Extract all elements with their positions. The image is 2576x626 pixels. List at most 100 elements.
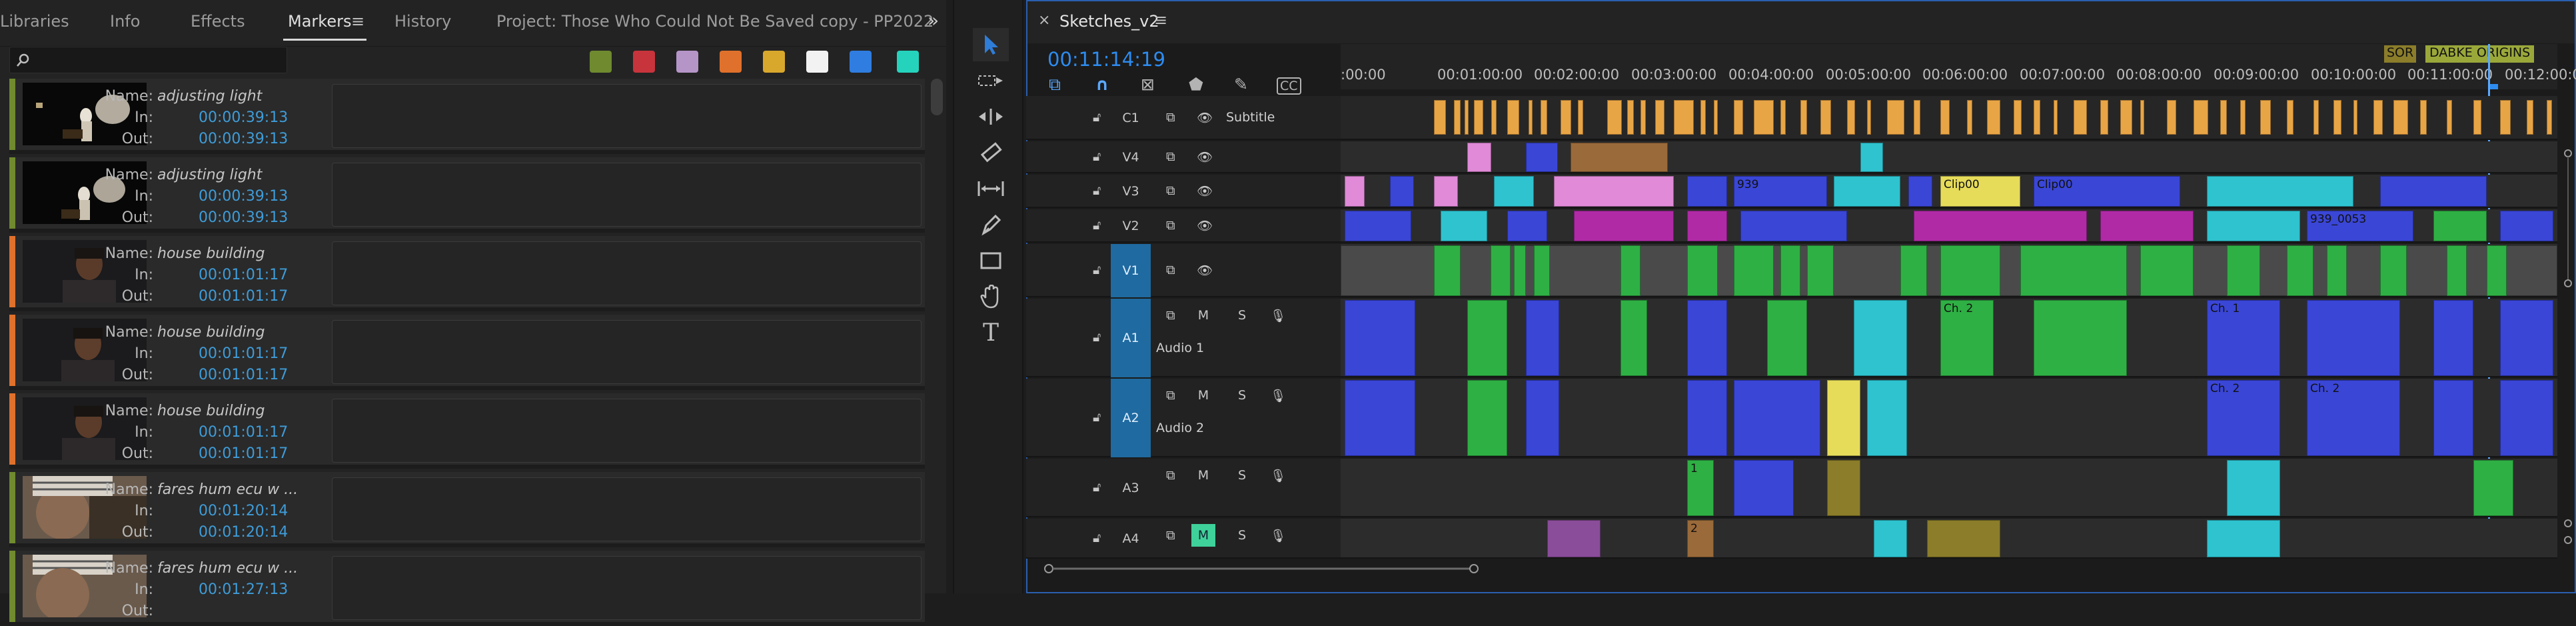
lock-icon[interactable]: 🔓︎ (1093, 110, 1101, 125)
audio-clip[interactable] (2500, 300, 2553, 376)
subtitle-clip[interactable] (2333, 100, 2341, 135)
audio-clip[interactable] (1874, 520, 1907, 557)
audio-clip[interactable] (1345, 300, 1415, 376)
marker-in-timecode[interactable]: 00:01:01:17 (199, 345, 288, 362)
marker-row[interactable]: Name: In: Out: house building 00:01:01:17 00:… (9, 315, 925, 390)
video-clip[interactable] (1687, 211, 1727, 241)
panel-overflow-chevron-icon[interactable]: » (928, 9, 939, 31)
microphone-icon[interactable]: 🎙︎ (1270, 308, 1286, 323)
color-swatch[interactable] (720, 51, 742, 73)
hamburger-menu-icon[interactable]: ≡ (351, 12, 364, 31)
subtitle-clip[interactable] (1578, 100, 1583, 135)
video-clip[interactable] (1554, 176, 1674, 207)
track-target-a1[interactable]: A1 (1111, 299, 1151, 377)
track-target-c1[interactable]: C1 (1111, 96, 1151, 140)
subtitle-clip[interactable] (1914, 100, 1920, 135)
track-header-c1[interactable]: 🔓︎ C1 ⧉ 👁︎ Subtitle (1026, 96, 1341, 140)
ripple-edit-tool-icon[interactable] (973, 100, 1009, 133)
slip-tool-icon[interactable] (973, 172, 1009, 205)
video-clip[interactable] (2487, 245, 2507, 296)
video-clip[interactable] (1491, 245, 1511, 296)
marker-comment-field[interactable] (332, 320, 922, 384)
marker-name[interactable]: adjusting light (157, 88, 262, 105)
marker-in-timecode[interactable]: 00:00:39:13 (199, 109, 288, 126)
tab-effects[interactable]: Effects (191, 12, 245, 31)
video-clip[interactable] (1441, 211, 1487, 241)
audio-clip[interactable]: 1 (1687, 460, 1714, 516)
track-target-v4[interactable]: V4 (1111, 141, 1151, 173)
track-header-v3[interactable]: 🔓︎ V3 ⧉ 👁︎ (1026, 175, 1341, 208)
solo-button[interactable]: S (1238, 388, 1246, 403)
subtitle-clip[interactable] (2054, 100, 2058, 135)
video-clip[interactable] (1687, 176, 1727, 207)
subtitle-clip[interactable] (1940, 100, 1950, 135)
subtitle-clip[interactable] (1491, 100, 1497, 135)
subtitle-clip[interactable] (1607, 100, 1622, 135)
subtitle-clip[interactable] (1627, 100, 1634, 135)
toggle-sync-lock-icon[interactable]: ⧉ (1166, 468, 1175, 483)
audio-clip[interactable] (2433, 380, 2473, 456)
linked-selection-icon[interactable]: ⊠ (1141, 75, 1155, 94)
toggle-sync-lock-icon[interactable]: ⧉ (1166, 528, 1175, 543)
subtitle-clip[interactable] (1714, 100, 1718, 135)
audio-clip[interactable] (1526, 380, 1559, 456)
vertical-zoom-scrollbar[interactable] (2564, 147, 2572, 547)
video-clip[interactable] (2207, 176, 2353, 207)
marker-name[interactable]: fares hum ecu w ... (157, 481, 298, 498)
pen-tool-icon[interactable] (973, 208, 1009, 241)
time-ruler[interactable]: :00:00 00:01:00:00 00:02:00:00 00:03:00:00 0… (1341, 44, 2576, 89)
solo-button[interactable]: S (1238, 528, 1246, 543)
playhead-timecode[interactable]: 00:11:14:19 (1047, 48, 1165, 71)
marker-out-timecode[interactable]: 00:01:01:17 (199, 445, 288, 462)
sequence-tab[interactable]: Sketches_v2 (1059, 12, 1159, 31)
eye-visibility-icon[interactable]: 👁︎ (1197, 110, 1213, 125)
lock-icon[interactable]: 🔓︎ (1093, 183, 1101, 198)
mute-button[interactable]: M (1191, 524, 1215, 547)
audio-clip[interactable] (2500, 380, 2553, 456)
marker-row[interactable]: Name: In: Out: house building 00:01:01:17 00:… (9, 236, 925, 311)
video-clip[interactable] (1345, 176, 1365, 207)
track-select-tool-icon[interactable] (973, 64, 1009, 97)
add-marker-icon[interactable]: ⬟ (1189, 75, 1203, 94)
subtitle-clip[interactable] (1820, 100, 1831, 135)
solo-button[interactable]: S (1238, 308, 1246, 323)
subtitle-clip[interactable] (1529, 100, 1533, 135)
video-clip[interactable] (2227, 245, 2260, 296)
subtitle-clip[interactable] (2373, 100, 2383, 135)
video-clip[interactable] (2433, 211, 2487, 241)
marker-in-timecode[interactable]: 00:01:01:17 (199, 424, 288, 441)
marker-out-timecode[interactable]: 00:01:01:17 (199, 367, 288, 383)
eye-visibility-icon[interactable]: 👁︎ (1197, 183, 1213, 199)
audio-clip[interactable] (1927, 520, 2000, 557)
subtitle-clip[interactable] (2260, 100, 2271, 135)
marker-comment-field[interactable] (332, 399, 922, 463)
marker-row[interactable]: Name: In: Out: house building 00:01:01:17 00:… (9, 393, 925, 469)
subtitle-clip[interactable] (1561, 100, 1571, 135)
audio-clip[interactable] (1547, 520, 1601, 557)
eye-visibility-icon[interactable]: 👁︎ (1197, 149, 1213, 165)
subtitle-clip[interactable] (1474, 100, 1483, 135)
subtitle-clip[interactable] (2014, 100, 2022, 135)
subtitle-clip[interactable] (2393, 100, 2408, 135)
color-swatch[interactable] (763, 51, 785, 73)
microphone-icon[interactable]: 🎙︎ (1270, 388, 1286, 403)
video-clip[interactable] (1434, 176, 1458, 207)
audio-clip[interactable] (2034, 300, 2127, 376)
video-clip[interactable]: 939 (1734, 176, 1827, 207)
audio-clip[interactable] (1734, 460, 1794, 516)
captions-cc-icon[interactable]: CC (1277, 77, 1301, 95)
subtitle-clip[interactable] (2473, 100, 2481, 135)
audio-clip[interactable] (1467, 380, 1507, 456)
audio-clip[interactable]: Ch. 2 (2307, 380, 2400, 456)
marker-row[interactable]: Name: In: Out: fares hum ecu w ... 00:01:27:… (9, 551, 925, 626)
subtitle-clip[interactable] (2074, 100, 2087, 135)
tab-info[interactable]: Info (110, 12, 140, 31)
video-clip[interactable] (2100, 211, 2194, 241)
audio-clip[interactable] (2227, 460, 2280, 516)
subtitle-clip[interactable] (1967, 100, 1972, 135)
video-clip[interactable] (1507, 211, 1547, 241)
video-clip[interactable] (1571, 143, 1668, 172)
rectangle-tool-icon[interactable] (973, 244, 1009, 277)
video-clip[interactable] (1467, 143, 1491, 172)
video-clip[interactable] (2380, 245, 2407, 296)
